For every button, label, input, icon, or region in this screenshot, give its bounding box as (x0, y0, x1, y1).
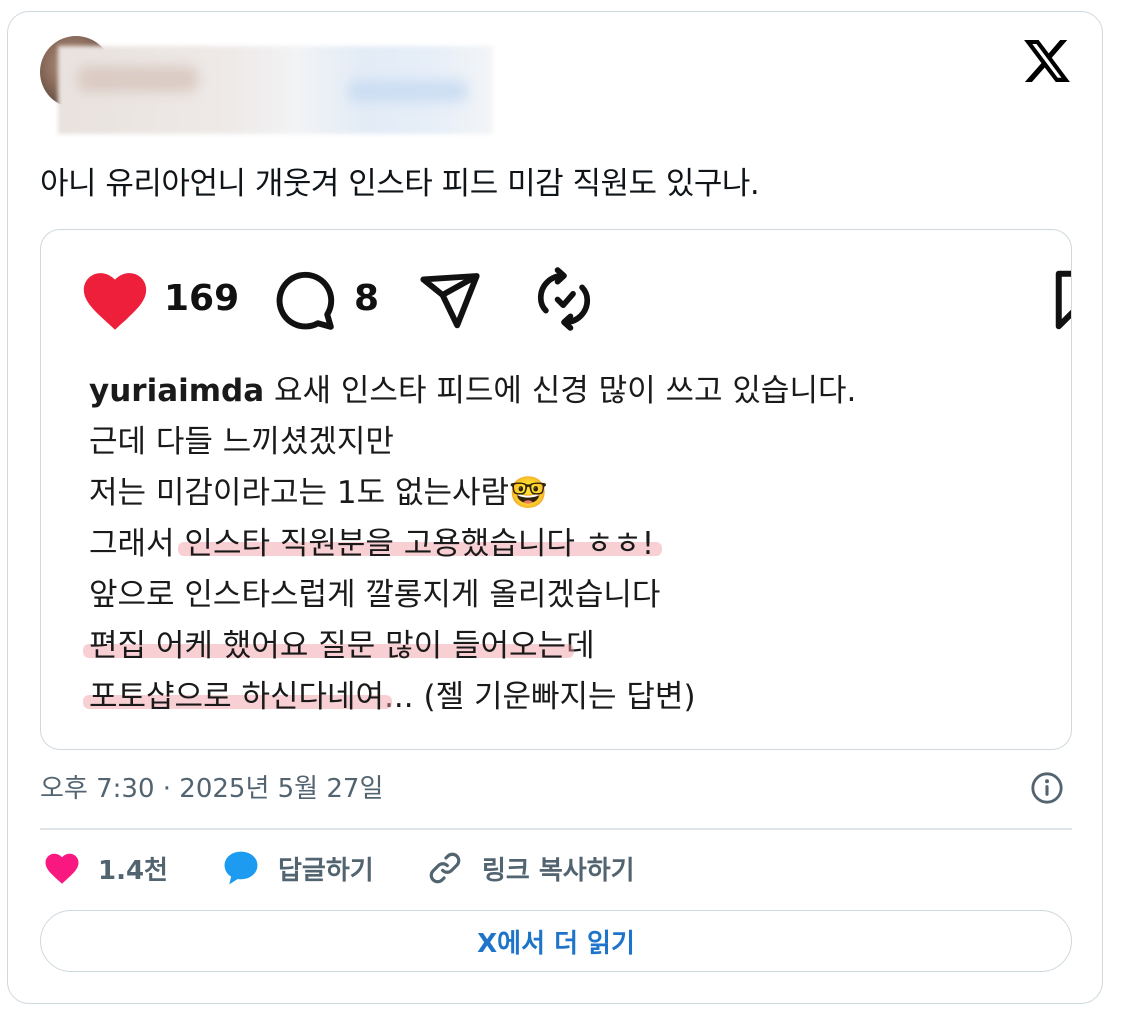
comment-icon (276, 271, 335, 330)
caption-text: 요새 인스타 피드에 신경 많이 쓰고 있습니다. (264, 373, 857, 409)
instagram-caption: yuriaimda 요새 인스타 피드에 신경 많이 쓰고 있습니다. 근데 다… (89, 366, 856, 723)
reply-label: 답글하기 (278, 855, 374, 886)
info-icon[interactable] (1030, 771, 1064, 805)
heart-icon (83, 273, 147, 330)
like-count: 1.4천 (98, 855, 168, 886)
divider (40, 828, 1072, 830)
nerd-face-emoji: 🤓 (509, 475, 548, 511)
caption-line: 앞으로 인스타스럽게 깔롱지게 올리겠습니다 (89, 577, 661, 613)
caption-line: 포토샵으로 하신다네여... (젤 기운빠지는 답변) (89, 672, 856, 723)
tweet-timestamp[interactable]: 오후 7:30 · 2025년 5월 27일 (40, 768, 383, 805)
send-icon (420, 273, 480, 329)
reply-bubble-icon (224, 851, 258, 885)
link-icon (429, 852, 461, 884)
repost-icon (537, 267, 591, 331)
author-name-blurred[interactable] (58, 46, 493, 134)
instagram-username: yuriaimda (89, 373, 265, 409)
copy-link-button[interactable]: 링크 복사하기 (426, 846, 635, 890)
read-more-on-x-button[interactable]: X에서 더 읽기 (40, 910, 1072, 972)
caption-line: yuriaimda 요새 인스타 피드에 신경 많이 쓰고 있습니다. (89, 366, 856, 417)
tweet-actions: 1.4천 답글하기 링크 복사하기 (40, 846, 1072, 890)
instagram-like-count: 169 (164, 278, 240, 319)
instagram-action-bar: 169 8 (41, 230, 1071, 360)
copy-link-label: 링크 복사하기 (482, 855, 635, 886)
caption-text: 그래서 (89, 526, 185, 562)
heart-icon (45, 853, 79, 884)
caption-line: 저는 미감이라고는 1도 없는사람🤓 (89, 468, 856, 519)
caption-text: ... (젤 기운빠지는 답변) (384, 679, 696, 715)
x-logo-icon[interactable] (1024, 40, 1070, 82)
caption-line: 그래서 인스타 직원분을 고용했습니다 ㅎㅎ! (89, 519, 856, 570)
caption-text: 저는 미감이라고는 1도 없는사람 (89, 475, 510, 511)
read-more-label: X에서 더 읽기 (477, 928, 635, 959)
instagram-comment-count: 8 (354, 278, 380, 319)
highlighted-text: 인스타 직원분을 고용했습니다 ㅎㅎ! (184, 526, 655, 562)
bookmark-icon (1055, 270, 1071, 330)
caption-line: 편집 어케 했어요 질문 많이 들어오는데 (89, 621, 856, 672)
attached-image[interactable]: 169 8 yuriaimda 요새 인스타 피드에 신경 많이 쓰고 있습니다… (40, 229, 1072, 750)
highlighted-text: 편집 어케 했어요 질문 많이 들어오는 (89, 628, 567, 664)
caption-line: 근데 다들 느끼셨겠지만 (89, 424, 394, 460)
highlighted-text: 포토샵으로 하신다네여 (89, 679, 385, 715)
tweet-text: 아니 유리아언니 개웃겨 인스타 피드 미감 직원도 있구나. (40, 166, 760, 202)
reply-button[interactable]: 답글하기 (222, 846, 374, 890)
like-button[interactable]: 1.4천 (44, 846, 168, 890)
